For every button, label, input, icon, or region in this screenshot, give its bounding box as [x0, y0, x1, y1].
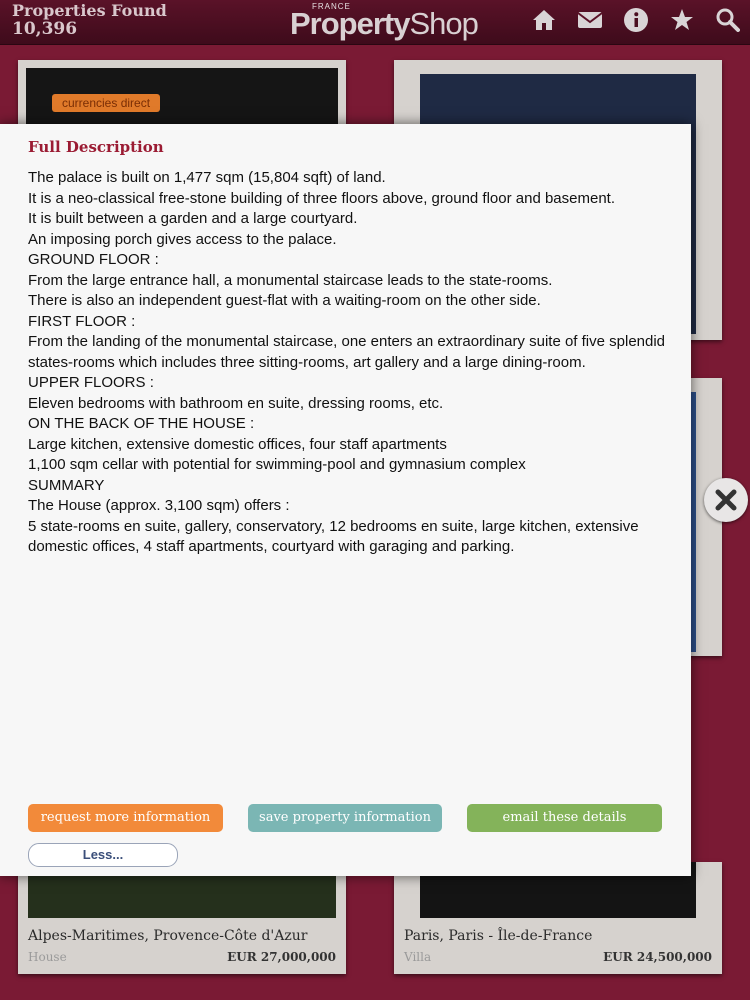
description-line: ON THE BACK OF THE HOUSE :: [28, 415, 255, 432]
description-line: An imposing porch gives access to the pa…: [28, 230, 337, 248]
description-line: The palace is built on 1,477 sqm (15,804…: [28, 169, 386, 186]
info-icon[interactable]: [622, 6, 650, 34]
description-text: The palace is built on 1,477 sqm (15,804…: [28, 168, 668, 558]
modal-title: Full Description: [28, 138, 164, 156]
description-line: Large kitchen, extensive domestic office…: [28, 435, 447, 453]
listing-type: House: [28, 950, 67, 964]
listing-price: EUR 27,000,000: [227, 950, 336, 964]
description-line: GROUND FLOOR :: [28, 251, 159, 268]
logo-text-bold: Property: [290, 6, 410, 41]
mail-icon[interactable]: [576, 6, 604, 34]
properties-found: Properties Found 10,396: [12, 1, 167, 39]
description-line: The House (approx. 3,100 sqm) offers :: [28, 497, 290, 514]
listing-type: Villa: [404, 950, 432, 964]
description-line: SUMMARY: [28, 476, 105, 494]
description-line: 5 state-rooms en suite, gallery, conserv…: [28, 517, 639, 556]
less-button[interactable]: Less...: [28, 843, 178, 867]
description-line: Eleven bedrooms with bathroom en suite, …: [28, 394, 444, 412]
listing-location: Paris, Paris - Île-de-France: [404, 928, 593, 944]
listing-card[interactable]: Alpes-Maritimes, Provence-Côte d'Azur Ho…: [18, 862, 346, 974]
description-line: UPPER FLOORS :: [28, 374, 154, 391]
description-line: From the landing of the monumental stair…: [28, 333, 666, 371]
description-line: From the large entrance hall, a monument…: [28, 271, 553, 289]
currencies-direct-badge: currencies direct: [52, 94, 161, 112]
home-icon[interactable]: [530, 6, 558, 34]
request-more-information-button[interactable]: request more information: [28, 804, 223, 832]
description-line: FIRST FLOOR :: [28, 312, 136, 330]
save-property-information-button[interactable]: save property information: [248, 804, 442, 832]
description-line: It is built between a garden and a large…: [28, 210, 358, 227]
full-description-modal: Full Description The palace is built on …: [0, 124, 691, 876]
description-line: It is a neo-classical free-stone buildin…: [28, 189, 616, 207]
logo-text-thin: Shop: [409, 6, 478, 41]
top-bar: Properties Found 10,396 FRANCE PropertyS…: [0, 0, 750, 45]
description-line: There is also an independent guest-flat …: [28, 292, 541, 309]
description-line: 1,100 sqm cellar with potential for swim…: [28, 456, 526, 473]
app-logo: FRANCE PropertyShop: [290, 2, 479, 42]
listing-card[interactable]: Paris, Paris - Île-de-France Villa EUR 2…: [394, 862, 722, 974]
listing-location: Alpes-Maritimes, Provence-Côte d'Azur: [28, 928, 308, 944]
search-icon[interactable]: [714, 6, 742, 34]
star-icon[interactable]: [668, 6, 696, 34]
close-modal-button[interactable]: [704, 478, 748, 522]
properties-count: 10,396: [12, 19, 78, 39]
close-icon: [715, 489, 737, 511]
properties-found-label: Properties Found: [12, 1, 167, 20]
listing-price: EUR 24,500,000: [603, 950, 712, 964]
email-these-details-button[interactable]: email these details: [467, 804, 662, 832]
